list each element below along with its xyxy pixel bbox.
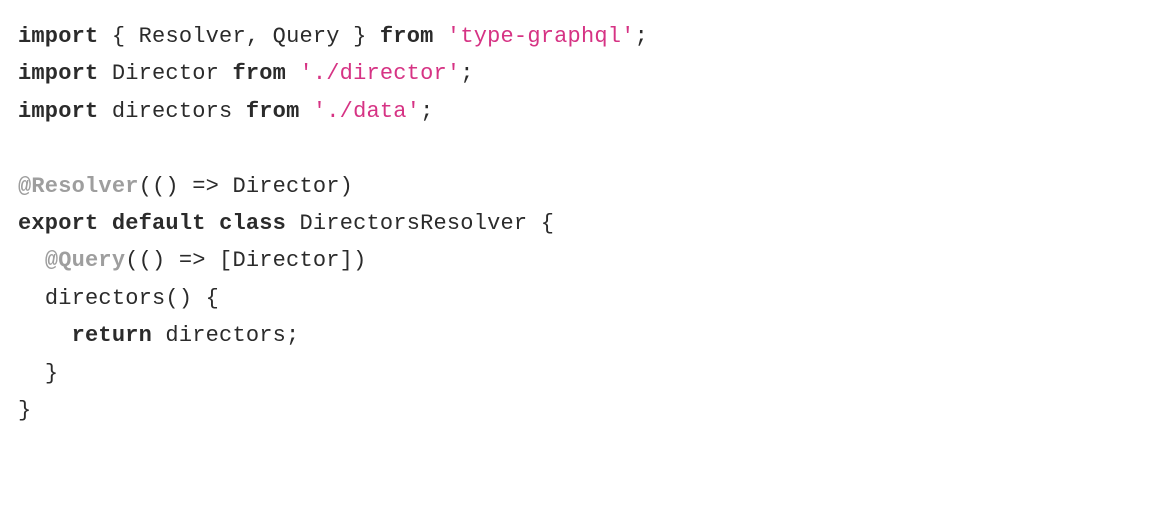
return-value: directors; — [152, 323, 299, 348]
space — [98, 61, 111, 86]
decorator-args: (() => [Director]) — [125, 248, 366, 273]
brace: { — [527, 211, 554, 236]
keyword-import: import — [18, 61, 98, 86]
space — [98, 99, 111, 124]
method-signature: directors() { — [45, 286, 219, 311]
space — [232, 99, 245, 124]
brace: { — [98, 24, 138, 49]
code-line: return directors; — [18, 323, 299, 348]
space — [299, 99, 312, 124]
indent — [18, 361, 45, 386]
indent — [18, 286, 45, 311]
string-literal: 'type-graphql' — [447, 24, 635, 49]
blank-line — [18, 136, 31, 161]
brace: } — [340, 24, 380, 49]
code-line: directors() { — [18, 286, 219, 311]
code-line: @Query(() => [Director]) — [18, 248, 366, 273]
comma: , — [246, 24, 273, 49]
indent — [18, 248, 45, 273]
identifier: Resolver — [139, 24, 246, 49]
decorator: @Resolver — [18, 174, 139, 199]
code-line: } — [18, 398, 31, 423]
decorator: @Query — [45, 248, 125, 273]
keyword-import: import — [18, 99, 98, 124]
decorator-args: (() => Director) — [139, 174, 353, 199]
space — [219, 61, 232, 86]
identifier: Director — [112, 61, 219, 86]
string-literal: './data' — [313, 99, 420, 124]
semicolon: ; — [635, 24, 648, 49]
space — [286, 61, 299, 86]
space — [98, 211, 111, 236]
code-line: @Resolver(() => Director) — [18, 174, 353, 199]
brace: } — [18, 398, 31, 423]
semicolon: ; — [460, 61, 473, 86]
brace: } — [45, 361, 58, 386]
keyword-from: from — [246, 99, 300, 124]
identifier: directors — [112, 99, 233, 124]
indent — [18, 323, 72, 348]
string-literal: './director' — [299, 61, 460, 86]
semicolon: ; — [420, 99, 433, 124]
code-line: } — [18, 361, 58, 386]
space — [434, 24, 447, 49]
keyword-default: default — [112, 211, 206, 236]
space — [206, 211, 219, 236]
code-line: import Director from './director'; — [18, 61, 474, 86]
code-line: import { Resolver, Query } from 'type-gr… — [18, 24, 648, 49]
space — [286, 211, 299, 236]
code-line: export default class DirectorsResolver { — [18, 211, 554, 236]
keyword-from: from — [380, 24, 434, 49]
keyword-export: export — [18, 211, 98, 236]
keyword-from: from — [232, 61, 286, 86]
keyword-import: import — [18, 24, 98, 49]
class-name: DirectorsResolver — [299, 211, 527, 236]
identifier: Query — [273, 24, 340, 49]
code-line: import directors from './data'; — [18, 99, 434, 124]
keyword-return: return — [72, 323, 152, 348]
keyword-class: class — [219, 211, 286, 236]
code-block: import { Resolver, Query } from 'type-gr… — [18, 18, 1154, 429]
